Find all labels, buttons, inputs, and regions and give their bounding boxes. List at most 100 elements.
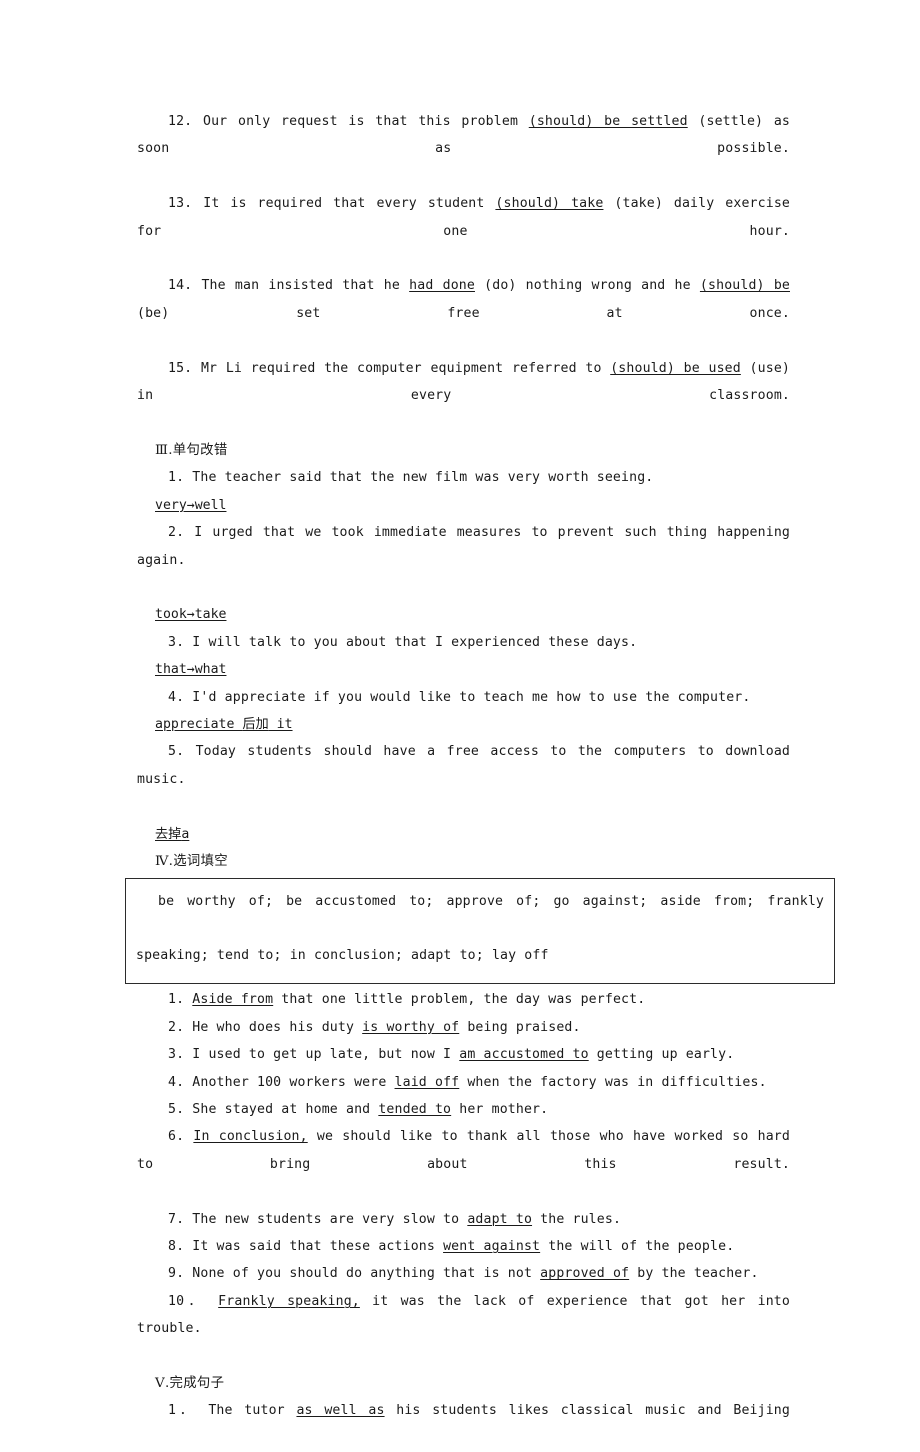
- item-sentence: I urged that we took immediate measures …: [137, 525, 791, 568]
- correction-answer-5: 去掉a: [137, 821, 790, 848]
- item-answer: approved of: [540, 1266, 630, 1282]
- fill-item-4: 4. Another 100 workers were laid off whe…: [137, 1069, 790, 1096]
- item-text-pre: Another 100 workers were: [192, 1074, 395, 1090]
- item-number: 3.: [168, 1047, 185, 1063]
- correction-post: a: [181, 826, 190, 842]
- item-number: 4.: [168, 689, 185, 705]
- item-text-pre: The new students are very slow to: [192, 1211, 468, 1227]
- exercise-item-15: 15. Mr Li required the computer equipmen…: [137, 355, 790, 437]
- item-text-post: the will of the people.: [540, 1239, 735, 1255]
- word-bank-line-2: speaking; tend to; in conclusion; adapt …: [136, 948, 549, 964]
- section-roman-numeral: Ⅲ.: [155, 442, 173, 458]
- item-answer: had done: [409, 278, 475, 294]
- word-bank-box: be worthy of; be accustomed to; approve …: [125, 878, 835, 985]
- item-number: 1．: [168, 1403, 197, 1419]
- item-answer: tended to: [378, 1102, 452, 1117]
- section-title: 单句改错: [172, 442, 228, 458]
- fill-item-1: 1. Aside from that one little problem, t…: [137, 986, 790, 1013]
- correction-answer-3: that→what: [137, 656, 790, 683]
- item-number: 6.: [168, 1129, 185, 1145]
- item-text-pre: Our only request is that this problem: [203, 114, 529, 129]
- item-answer: Frankly speaking,: [218, 1293, 360, 1309]
- item-text-post: being praised.: [459, 1019, 581, 1035]
- correction-answer-1: very→well: [137, 492, 790, 519]
- item-answer: (should) be settled: [528, 114, 688, 129]
- correction-text: appreciate 后加 it: [155, 717, 293, 732]
- item-number: 13.: [168, 196, 193, 212]
- correction-item-1: 1. The teacher said that the new film wa…: [137, 464, 790, 491]
- correction-pre: appreciate: [155, 716, 243, 732]
- fill-item-7: 7. The new students are very slow to ada…: [137, 1206, 790, 1233]
- item-answer-2: (should) be: [699, 278, 790, 294]
- correction-text: 去掉a: [155, 827, 189, 842]
- item-number: 5.: [168, 744, 185, 760]
- item-answer: as well as: [296, 1403, 385, 1419]
- item-answer: laid off: [394, 1074, 460, 1090]
- fill-item-3: 3. I used to get up late, but now I am a…: [137, 1041, 790, 1068]
- correction-text: that→what: [155, 662, 227, 678]
- item-text-post: by the teacher.: [629, 1266, 759, 1282]
- fill-item-5: 5. She stayed at home and tended to her …: [137, 1096, 790, 1123]
- item-text-pre: She stayed at home and: [192, 1102, 379, 1117]
- item-sentence: I'd appreciate if you would like to teac…: [192, 689, 751, 705]
- item-sentence: I will talk to you about that I experien…: [192, 634, 638, 650]
- item-number: 14.: [168, 278, 193, 294]
- item-text-mid: (do) nothing wrong and he: [474, 278, 700, 294]
- item-number: 9.: [168, 1266, 185, 1282]
- item-number: 1.: [168, 992, 185, 1008]
- item-number: 5.: [168, 1102, 185, 1117]
- item-number: 2.: [168, 1019, 185, 1035]
- item-text-pre: He who does his duty: [192, 1019, 363, 1035]
- item-sentence: The teacher said that the new film was v…: [192, 470, 654, 486]
- section-heading-iii: Ⅲ.单句改错: [137, 437, 790, 464]
- item-text-post: that one little problem, the day was per…: [273, 992, 646, 1008]
- item-number: 1.: [168, 470, 185, 486]
- section-heading-v: Ⅴ.完成句子: [137, 1370, 790, 1397]
- fill-item-9: 9. None of you should do anything that i…: [137, 1260, 790, 1287]
- item-text-pre: Mr Li required the computer equipment re…: [200, 360, 611, 376]
- section-roman-numeral: Ⅴ.: [155, 1376, 170, 1392]
- correction-answer-4: appreciate 后加 it: [137, 711, 790, 738]
- item-text-pre: It is required that every student: [203, 196, 496, 212]
- section-title: 完成句子: [169, 1376, 225, 1392]
- item-text-post: his students likes classical music and B…: [384, 1403, 790, 1419]
- item-number: 4.: [168, 1074, 185, 1090]
- fill-item-8: 8. It was said that these actions went a…: [137, 1233, 790, 1260]
- page-content: 12. Our only request is that this proble…: [125, 108, 835, 1452]
- correction-cjk: 后加: [242, 716, 269, 732]
- item-number: 15.: [168, 360, 193, 376]
- correction-answer-2: took→take: [137, 601, 790, 628]
- document-page: 12. Our only request is that this proble…: [0, 0, 920, 1418]
- item-text-post: (be) set free at once.: [137, 305, 790, 321]
- item-text-post: the rules.: [532, 1211, 622, 1227]
- fill-item-2: 2. He who does his duty is worthy of bei…: [137, 1014, 790, 1041]
- item-number: 3.: [168, 634, 185, 650]
- item-answer: am accustomed to: [459, 1047, 589, 1063]
- fill-item-6: 6. In conclusion, we should like to than…: [137, 1123, 790, 1205]
- item-number: 8.: [168, 1239, 185, 1255]
- correction-item-2: 2. I urged that we took immediate measur…: [137, 519, 790, 601]
- correction-item-5: 5. Today students should have a free acc…: [137, 738, 790, 820]
- item-answer: Aside from: [192, 992, 274, 1008]
- correction-post: it: [268, 716, 293, 732]
- section-title: 选词填空: [173, 853, 228, 869]
- word-bank-line-1: be worthy of; be accustomed to; approve …: [158, 894, 824, 910]
- item-number: 7.: [168, 1211, 185, 1227]
- correction-item-3: 3. I will talk to you about that I exper…: [137, 629, 790, 656]
- item-text-pre: None of you should do anything that is n…: [192, 1266, 541, 1282]
- correction-item-4: 4. I'd appreciate if you would like to t…: [137, 684, 790, 711]
- section-heading-iv: Ⅳ.选词填空: [137, 848, 790, 875]
- item-text-pre: The man insisted that he: [201, 278, 410, 294]
- item-number: 12.: [168, 114, 193, 129]
- item-answer: is worthy of: [362, 1019, 460, 1035]
- sentence-completion-item-1: 1． The tutor as well as his students lik…: [137, 1397, 790, 1452]
- fill-item-10: 10． Frankly speaking, it was the lack of…: [137, 1288, 790, 1370]
- correction-cjk: 去掉: [155, 826, 182, 842]
- item-answer: went against: [443, 1239, 541, 1255]
- item-text-post: her mother.: [451, 1102, 549, 1117]
- exercise-item-13: 13. It is required that every student (s…: [137, 190, 790, 272]
- section-roman-numeral: Ⅳ.: [155, 853, 174, 869]
- correction-text: took→take: [155, 607, 227, 623]
- item-answer: In conclusion,: [193, 1129, 308, 1145]
- item-text-post: when the factory was in difficulties.: [459, 1074, 767, 1090]
